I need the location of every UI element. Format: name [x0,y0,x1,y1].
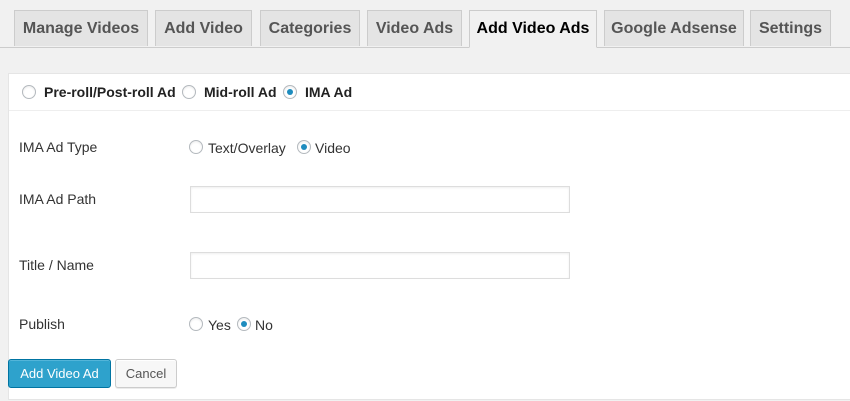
ad-type-selector: Pre-roll/Post-roll Ad Mid-roll Ad IMA Ad [9,74,850,111]
nav-tab-wrapper: Manage Videos Add Video Categories Video… [0,0,850,48]
publish-no-radio[interactable] [237,317,251,331]
ima-ad-path-label: IMA Ad Path [19,191,97,207]
title-name-input[interactable] [190,252,570,279]
publish-yes-radio[interactable] [189,317,203,331]
video-radio[interactable] [297,140,311,154]
text-overlay-label: Text/Overlay [208,140,286,156]
tab-add-video[interactable]: Add Video [155,10,252,46]
publish-yes-label: Yes [208,317,231,333]
tab-manage-videos[interactable]: Manage Videos [14,10,148,46]
add-video-ad-panel: Pre-roll/Post-roll Ad Mid-roll Ad IMA Ad… [8,73,850,400]
tab-categories[interactable]: Categories [260,10,360,46]
title-name-label: Title / Name [19,257,94,273]
mid-roll-radio[interactable] [182,85,196,99]
ima-ad-label: IMA Ad [305,84,353,100]
ima-ad-path-input[interactable] [190,186,570,213]
cancel-button[interactable]: Cancel [115,359,177,388]
add-video-ad-button[interactable]: Add Video Ad [8,359,111,388]
publish-no-label: No [255,317,273,333]
tab-video-ads[interactable]: Video Ads [367,10,462,46]
ima-ad-radio[interactable] [283,85,297,99]
pre-roll-post-roll-radio[interactable] [22,85,36,99]
mid-roll-label: Mid-roll Ad [204,84,277,100]
video-label: Video [315,140,351,156]
publish-label: Publish [19,316,65,332]
ima-ad-type-label: IMA Ad Type [19,139,98,155]
tab-settings[interactable]: Settings [750,10,831,46]
tab-google-adsense[interactable]: Google Adsense [604,10,744,46]
text-overlay-radio[interactable] [189,140,203,154]
tab-add-video-ads[interactable]: Add Video Ads [469,10,597,48]
pre-roll-post-roll-label: Pre-roll/Post-roll Ad [44,84,176,100]
